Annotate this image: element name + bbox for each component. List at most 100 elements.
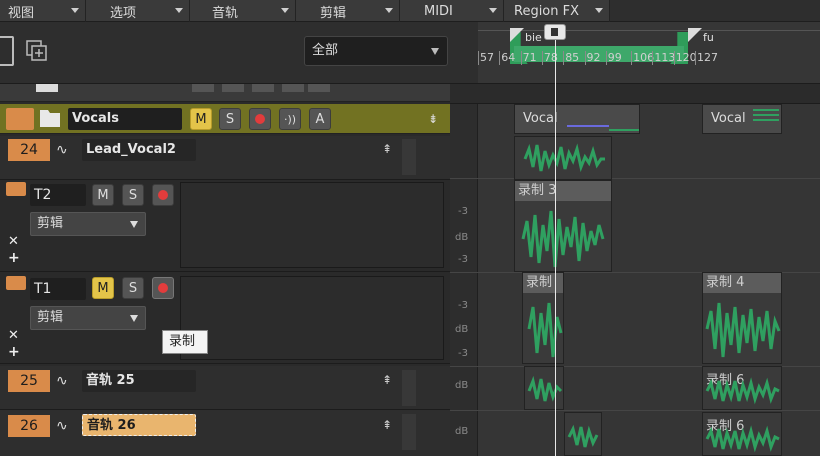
track-list: Vocals M S ·)) A ⇟ 24 ∿ Lead_Vocal2 ⇞ T2… [0,84,450,456]
marker-bie-label: bie [525,31,542,44]
clips-pane[interactable]: -3 dB -3 -3 dB -3 dB dB Vocal Vocal 录制 3… [450,84,820,456]
clip-track25-a[interactable] [524,366,564,410]
track-24[interactable]: 24 ∿ Lead_Vocal2 ⇞ [0,136,450,180]
timeline-ruler[interactable]: bie fu 57 64 71 78 85 92 99 106 113 120 127 [478,22,820,84]
clip-vocal-2[interactable]: Vocal [702,104,782,134]
track-filter-dropdown[interactable]: 全部 [304,36,448,66]
clip-recording-6a[interactable]: 录制 6 [702,366,782,410]
audio-wave-icon: ∿ [56,418,68,434]
menu-tracks[interactable]: 音轨 [190,0,296,22]
lane-record-button[interactable] [152,184,174,206]
track-name[interactable]: 音轨 25 [82,370,196,392]
ruler-tick-label: 120 [675,51,697,64]
menu-clips[interactable]: 剪辑 [296,0,400,22]
ruler-tick-line [541,51,543,65]
db-label: dB [455,232,469,243]
waveform [567,424,599,448]
menu-label: MIDI [424,3,453,19]
marker-fu-label: fu [703,31,714,44]
ruler-tick-line [499,51,501,65]
folder-mute-button[interactable]: M [190,108,212,130]
chevron-down-icon [489,8,497,13]
add-icon[interactable]: + [8,344,20,360]
ruler-tick-line [584,51,586,65]
db-label: -3 [458,254,468,265]
chevron-down-icon [385,8,393,13]
track-26[interactable]: 26 ∿ 音轨 26 ⇞ [0,410,450,456]
lane-name[interactable]: T2 [30,184,86,206]
clip-recording-6b[interactable]: 录制 6 [702,412,782,456]
db-label: -3 [458,348,468,359]
menu-label: Region FX [514,3,580,19]
menu-label: 音轨 [212,5,239,21]
ruler-tick-line [478,51,479,65]
menu-label: 视图 [8,5,35,21]
add-icon[interactable]: + [8,250,20,266]
chevron-down-icon [71,8,79,13]
select-value: 剪辑 [37,216,64,231]
clip-vocal-1[interactable]: Vocal [514,104,640,134]
folder-solo-button[interactable]: S [219,108,241,130]
ruler-tick-label: 85 [565,51,580,64]
ruler-tick-line [673,51,675,65]
expand-icon[interactable]: ⇞ [382,142,392,156]
lane-name[interactable]: T1 [30,278,86,300]
input-echo-icon: ·)) [283,112,297,126]
db-label: dB [455,426,469,437]
folder-name[interactable]: Vocals [68,108,182,130]
ruler-tick-line [605,51,607,65]
audio-wave-icon: ∿ [56,142,68,158]
folder-input-echo-button[interactable]: ·)) [279,108,301,130]
add-track-icon [26,40,47,61]
clip-recording-t1[interactable]: 录制 [522,272,564,364]
waveform [521,210,605,268]
waveform [705,377,780,405]
clip-track26-a[interactable] [564,412,602,456]
menu-region-fx[interactable]: Region FX [504,0,610,22]
folder-archive-button[interactable]: A [309,108,331,130]
menu-midi[interactable]: MIDI [400,0,504,22]
track-number: 26 [8,415,50,437]
track-name[interactable]: Lead_Vocal2 [82,139,196,161]
db-label: dB [455,380,469,391]
record-icon [158,283,168,293]
folder-track-vocals[interactable]: Vocals M S ·)) A ⇟ [0,104,450,134]
track-name-input[interactable]: 音轨 26 [82,414,196,436]
ruler-tick-line [631,51,633,65]
lane-edit-select[interactable]: 剪辑 [30,212,146,236]
lane-solo-button[interactable]: S [122,277,144,299]
playhead-line [555,84,556,456]
lane-edit-select[interactable]: 剪辑 [30,306,146,330]
add-track-button[interactable] [26,40,48,62]
take-lane-t1[interactable]: T1 M S 剪辑 ✕ + 录制 [0,272,450,364]
ruler-tick-label: 99 [607,51,622,64]
take-lane-t2[interactable]: T2 M S 剪辑 ✕ + [0,180,450,272]
clip-recording-4[interactable]: 录制 4 [702,272,782,364]
waveform [523,143,605,173]
close-icon[interactable]: ✕ [8,234,19,249]
expand-icon[interactable]: ⇞ [382,373,392,387]
ruler-tick-line [520,51,522,65]
chevron-down-icon [595,8,603,13]
menu-label: 剪辑 [320,5,347,21]
lane-color-swatch [6,182,26,196]
collapse-icon[interactable]: ⇟ [428,112,438,126]
close-icon[interactable]: ✕ [8,328,19,343]
clip-label: Vocal [523,111,558,126]
folder-color-swatch [6,108,34,130]
menu-view[interactable]: 视图 [0,0,86,22]
menu-bar: 视图 选项 音轨 剪辑 MIDI Region FX [0,0,820,22]
lane-mute-button[interactable]: M [92,277,114,299]
clip-recording-3[interactable]: 录制 3 [514,180,612,272]
ruler-tick-line [695,51,696,65]
clip-lead-vocal[interactable] [514,136,612,180]
lane-solo-button[interactable]: S [122,184,144,206]
ruler-tick-label: 71 [522,51,537,64]
menu-options[interactable]: 选项 [86,0,190,22]
lane-mute-button[interactable]: M [92,184,114,206]
track-25[interactable]: 25 ∿ 音轨 25 ⇞ [0,366,450,410]
expand-icon[interactable]: ⇞ [382,418,392,432]
folder-record-button[interactable] [249,108,271,130]
chevron-down-icon [130,315,138,322]
lane-record-button[interactable] [152,277,174,299]
